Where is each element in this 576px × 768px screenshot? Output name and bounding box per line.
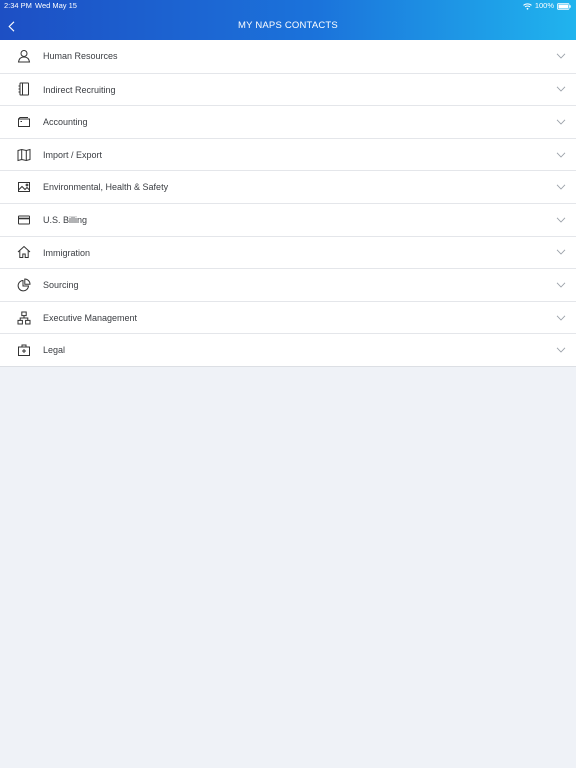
list-item-accounting[interactable]: Accounting xyxy=(0,105,576,138)
wifi-icon xyxy=(522,2,532,10)
list-item-legal[interactable]: Legal xyxy=(0,333,576,366)
chevron-down-icon[interactable] xyxy=(556,86,566,93)
home-icon xyxy=(17,245,31,259)
department-list: Human Resources Indirect Recruiting Accoun… xyxy=(0,40,576,367)
org-chart-icon xyxy=(17,311,31,325)
app-header: 2:34 PM Wed May 15 100% MY NAPS CONTACTS xyxy=(0,0,576,40)
list-item-label: Human Resources xyxy=(43,51,118,61)
list-item-label: U.S. Billing xyxy=(43,214,88,225)
chevron-down-icon[interactable] xyxy=(556,347,566,353)
list-item-label: Indirect Recruiting xyxy=(43,84,116,95)
chevron-down-icon[interactable] xyxy=(556,119,566,125)
battery-icon xyxy=(557,2,571,10)
list-item-label: Accounting xyxy=(43,117,88,128)
page-title: MY NAPS CONTACTS xyxy=(238,20,338,31)
chevron-down-icon[interactable] xyxy=(556,249,566,256)
list-item-label: Environmental, Health & Safety xyxy=(43,182,169,193)
chevron-down-icon[interactable] xyxy=(556,184,566,190)
list-item-executive-management[interactable]: Executive Management xyxy=(0,300,576,334)
chevron-down-icon[interactable] xyxy=(556,152,566,158)
list-item-sourcing[interactable]: Sourcing xyxy=(0,268,576,301)
notebook-icon xyxy=(17,82,31,96)
list-item-u-s-billing[interactable]: U.S. Billing xyxy=(0,202,576,236)
status-date: Wed May 15 xyxy=(35,1,77,10)
credit-card-icon xyxy=(17,213,31,227)
briefcase-icon xyxy=(17,343,31,357)
list-item-label: Executive Management xyxy=(43,312,138,323)
image-icon xyxy=(17,180,31,194)
list-item-indirect-recruiting[interactable]: Indirect Recruiting xyxy=(0,72,576,106)
list-item-label: Legal xyxy=(43,345,66,356)
status-bar: 2:34 PM Wed May 15 100% xyxy=(0,0,576,12)
list-item-import-export[interactable]: Import / Export xyxy=(0,137,576,171)
list-item-immigration[interactable]: Immigration xyxy=(0,235,576,269)
list-item-label: Sourcing xyxy=(43,280,79,291)
list-item-environmental-health-safety[interactable]: Environmental, Health & Safety xyxy=(0,170,576,203)
map-icon xyxy=(17,148,31,162)
chevron-down-icon[interactable] xyxy=(556,53,566,59)
chevron-down-icon[interactable] xyxy=(556,217,566,223)
chevron-down-icon[interactable] xyxy=(556,282,566,288)
pie-chart-icon xyxy=(17,278,31,292)
nav-bar: MY NAPS CONTACTS xyxy=(0,12,576,40)
list-item-human-resources[interactable]: Human Resources xyxy=(0,40,576,73)
person-icon xyxy=(17,49,31,63)
list-item-label: Import / Export xyxy=(43,149,103,160)
battery-percent: 100% xyxy=(534,1,554,10)
wallet-icon xyxy=(17,115,31,129)
status-indicators: 100% xyxy=(522,0,571,12)
chevron-down-icon[interactable] xyxy=(556,315,566,321)
status-time: 2:34 PM xyxy=(4,1,32,10)
list-item-label: Immigration xyxy=(43,247,91,258)
